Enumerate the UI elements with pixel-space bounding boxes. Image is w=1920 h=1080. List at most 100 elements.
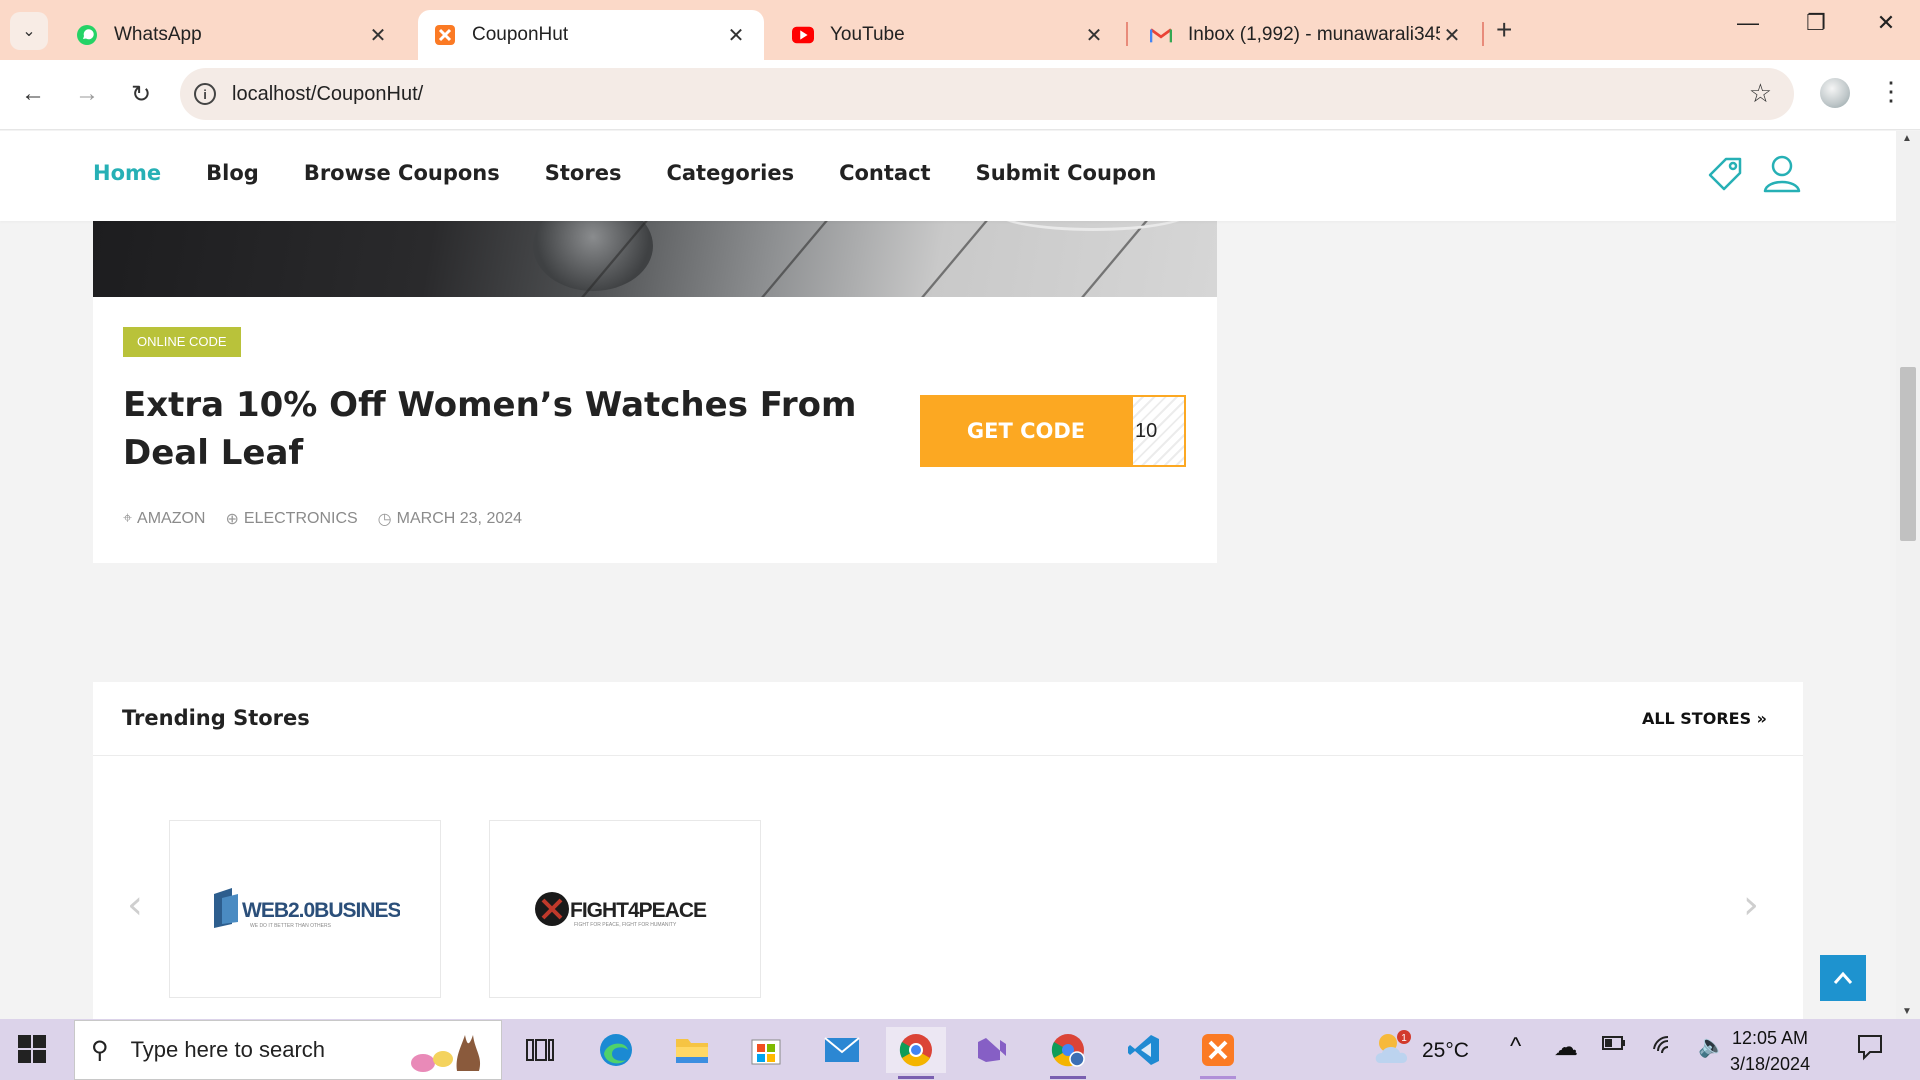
- nav-home[interactable]: Home: [93, 161, 161, 185]
- weather-icon[interactable]: 1: [1372, 1029, 1416, 1069]
- nav-categories[interactable]: Categories: [666, 161, 794, 185]
- tag-icon[interactable]: [1704, 151, 1748, 195]
- xampp-taskbar-icon[interactable]: [1188, 1027, 1248, 1079]
- windows-start-icon[interactable]: [18, 1035, 46, 1063]
- category-icon: ⊕: [225, 511, 239, 528]
- xampp-icon: [434, 24, 456, 46]
- volume-icon[interactable]: 🔈: [1698, 1033, 1725, 1059]
- close-icon[interactable]: ✕: [366, 23, 390, 48]
- page-viewport: Home Blog Browse Coupons Stores Categori…: [0, 131, 1896, 1019]
- coupon-meta: ⌖ AMAZON ⊕ ELECTRONICS ◷ MARCH 23, 2024: [123, 509, 522, 529]
- web2business-logo: WEB2.0BUSINESS WE DO IT BETTER THAN OTHE…: [214, 888, 400, 929]
- new-tab-button[interactable]: +: [1496, 14, 1512, 46]
- info-icon[interactable]: i: [194, 83, 216, 105]
- chevron-down-icon: ⌄: [22, 23, 36, 40]
- visual-studio-icon[interactable]: [962, 1027, 1022, 1073]
- page-scrollbar[interactable]: ▲ ▼: [1896, 131, 1920, 1019]
- tab-title: CouponHut: [472, 24, 569, 45]
- browser-menu-icon[interactable]: ⋮: [1878, 76, 1904, 107]
- tab-separator: [1482, 22, 1484, 46]
- microsoft-store-icon[interactable]: [736, 1027, 796, 1073]
- clock-icon: ◷: [377, 511, 392, 528]
- tab-title: Inbox (1,992) - munawarali345@: [1188, 24, 1440, 45]
- file-explorer-icon[interactable]: [662, 1027, 722, 1073]
- coupon-type-badge: ONLINE CODE: [123, 327, 241, 357]
- taskbar-search-placeholder: Type here to search: [130, 1037, 326, 1062]
- cloud-icon[interactable]: ☁: [1554, 1033, 1578, 1062]
- url-text[interactable]: localhost/CouponHut/: [232, 83, 423, 106]
- store-logo-name: FIGHT4PEACE: [570, 899, 707, 922]
- edge-icon[interactable]: [586, 1027, 646, 1073]
- easter-eggs-icon: [411, 1035, 481, 1072]
- tab-gmail[interactable]: Inbox (1,992) - munawarali345@ ✕: [1134, 10, 1480, 60]
- system-clock[interactable]: 12:05 AM 3/18/2024: [1730, 1025, 1810, 1077]
- nav-contact[interactable]: Contact: [839, 161, 931, 185]
- arrow-right-icon: →: [75, 80, 99, 107]
- reload-button[interactable]: ↻: [126, 80, 156, 109]
- scroll-up-icon[interactable]: ▲: [1902, 133, 1912, 144]
- tab-search-button[interactable]: ⌄: [10, 12, 48, 50]
- nav-submit-coupon[interactable]: Submit Coupon: [976, 161, 1157, 185]
- clock-date: 3/18/2024: [1730, 1054, 1811, 1074]
- coupon-store[interactable]: AMAZON: [137, 510, 205, 528]
- chrome-icon[interactable]: [886, 1027, 946, 1079]
- close-icon[interactable]: ✕: [1440, 23, 1464, 48]
- tab-title: WhatsApp: [114, 24, 202, 45]
- tab-couponhut[interactable]: CouponHut ✕: [418, 10, 764, 60]
- close-window-button[interactable]: ✕: [1866, 10, 1906, 36]
- close-icon[interactable]: ✕: [1082, 23, 1106, 48]
- scroll-thumb[interactable]: [1900, 367, 1916, 541]
- weather-notification-badge: 1: [1401, 1033, 1407, 1044]
- all-stores-link[interactable]: ALL STORES »: [1642, 709, 1767, 728]
- tab-separator: [1126, 22, 1128, 46]
- forward-button[interactable]: →: [72, 80, 102, 108]
- store-logo-tagline: WE DO IT BETTER THAN OTHERS: [250, 923, 332, 929]
- weather-temperature[interactable]: 25°C: [1422, 1039, 1469, 1063]
- code-peek: 10: [1130, 397, 1184, 465]
- back-to-top-button[interactable]: [1820, 955, 1866, 1001]
- coupon-title[interactable]: Extra 10% Off Women’s Watches From Deal …: [123, 381, 923, 477]
- store-card[interactable]: FIGHT4PEACE FIGHT FOR PEACE, FIGHT FOR H…: [489, 820, 761, 998]
- bookmark-star-icon[interactable]: ☆: [1749, 78, 1772, 109]
- close-icon[interactable]: ✕: [724, 23, 748, 48]
- coupon-image: [93, 221, 1217, 297]
- carousel-next-icon[interactable]: ›: [1743, 882, 1759, 928]
- chrome-profile-icon[interactable]: [1038, 1027, 1098, 1079]
- tab-youtube[interactable]: YouTube ✕: [776, 10, 1122, 60]
- user-icon[interactable]: [1760, 151, 1804, 195]
- browser-tab-strip: ⌄ WhatsApp ✕ CouponHut ✕ YouTube ✕ Inbox…: [0, 0, 1920, 60]
- search-icon: ⚲: [91, 1036, 109, 1064]
- nav-blog[interactable]: Blog: [206, 161, 259, 185]
- minimize-button[interactable]: —: [1728, 10, 1768, 36]
- back-button[interactable]: ←: [18, 80, 48, 108]
- notifications-icon[interactable]: [1856, 1033, 1884, 1066]
- address-bar[interactable]: i localhost/CouponHut/ ☆: [180, 68, 1794, 120]
- profile-avatar[interactable]: [1820, 78, 1850, 108]
- restore-button[interactable]: ❐: [1796, 10, 1836, 36]
- task-view-icon[interactable]: [510, 1027, 570, 1073]
- main-nav: Home Blog Browse Coupons Stores Categori…: [93, 161, 1156, 185]
- coupon-date: MARCH 23, 2024: [396, 510, 523, 527]
- nav-stores[interactable]: Stores: [545, 161, 622, 185]
- battery-icon[interactable]: [1602, 1035, 1626, 1056]
- trending-header: Trending Stores ALL STORES »: [93, 682, 1803, 756]
- taskbar-search[interactable]: ⚲ Type here to search: [74, 1020, 502, 1080]
- scroll-down-icon[interactable]: ▼: [1902, 1006, 1912, 1017]
- mail-icon[interactable]: [812, 1027, 872, 1073]
- vscode-icon[interactable]: [1114, 1027, 1174, 1073]
- chevron-up-icon: [1833, 971, 1853, 984]
- store-card[interactable]: WEB2.0BUSINESS WE DO IT BETTER THAN OTHE…: [169, 820, 441, 998]
- get-code-button[interactable]: GET CODE 10: [920, 395, 1186, 467]
- carousel-prev-icon[interactable]: ‹: [127, 882, 143, 928]
- browser-toolbar: ← → ↻ i localhost/CouponHut/ ☆ ⋮: [0, 60, 1920, 130]
- tab-whatsapp[interactable]: WhatsApp ✕: [60, 10, 406, 60]
- nav-browse-coupons[interactable]: Browse Coupons: [304, 161, 500, 185]
- trending-stores-section: Trending Stores ALL STORES » ‹ WEB2.0BUS…: [93, 682, 1803, 1019]
- coupon-category[interactable]: ELECTRONICS: [244, 510, 358, 528]
- clock-time: 12:05 AM: [1732, 1028, 1809, 1048]
- store-logo-name: WEB2.0BUSINESS: [242, 899, 400, 922]
- chevron-up-icon[interactable]: ^: [1510, 1033, 1521, 1061]
- wifi-icon[interactable]: [1652, 1035, 1676, 1060]
- location-pin-icon: ⌖: [123, 510, 133, 527]
- gmail-icon: [1150, 24, 1172, 46]
